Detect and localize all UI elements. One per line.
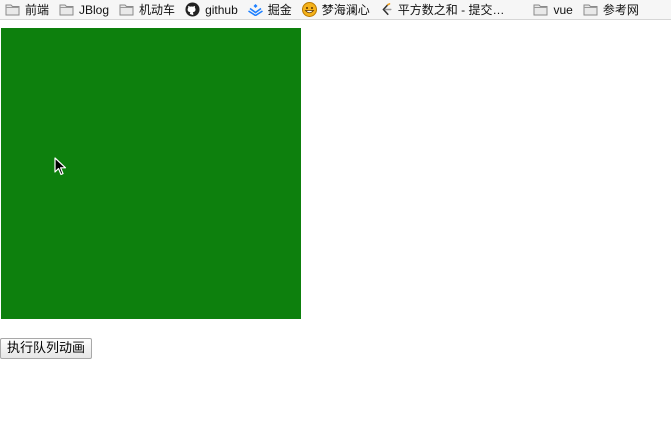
bookmark-github[interactable]: github xyxy=(185,1,238,19)
bookmarks-bar: 前端 JBlog 机动车 github 掘金 梦海澜心 平方数之和 - 提交… … xyxy=(0,0,671,20)
bookmark-qianduan[interactable]: 前端 xyxy=(5,1,49,19)
bookmark-label: 前端 xyxy=(25,3,50,17)
bookmark-label: 平方数之和 - 提交… xyxy=(397,3,505,17)
folder-icon xyxy=(59,4,74,16)
bookmark-label: 梦海澜心 xyxy=(321,3,370,17)
juejin-icon xyxy=(247,4,263,16)
bookmark-vue[interactable]: vue xyxy=(533,1,573,19)
bookmark-label: JBlog xyxy=(79,2,110,17)
bookmark-jblog[interactable]: JBlog xyxy=(59,1,109,19)
folder-icon xyxy=(119,4,134,16)
page-content: 执行队列动画 xyxy=(0,20,671,429)
bookmark-label: 掘金 xyxy=(267,3,292,17)
github-icon xyxy=(185,2,200,17)
mouse-pointer-icon xyxy=(54,157,67,176)
smiley-icon xyxy=(301,2,317,17)
animated-box xyxy=(1,28,301,319)
bookmark-menghailanxin[interactable]: 梦海澜心 xyxy=(301,1,370,19)
run-queue-animation-button[interactable]: 执行队列动画 xyxy=(0,338,93,359)
bookmark-juejin[interactable]: 掘金 xyxy=(247,1,292,19)
bookmark-label: 机动车 xyxy=(139,3,176,17)
bookmark-label: github xyxy=(205,2,238,17)
bookmark-leetcode[interactable]: 平方数之和 - 提交… xyxy=(380,1,505,19)
bookmark-jidongche[interactable]: 机动车 xyxy=(119,1,175,19)
folder-icon xyxy=(583,4,598,16)
leetcode-icon xyxy=(382,3,392,16)
bookmark-label: vue xyxy=(553,2,573,17)
bookmark-label: 参考网 xyxy=(602,3,639,17)
bookmark-cankaowang[interactable]: 参考网 xyxy=(583,1,639,19)
folder-icon xyxy=(5,4,20,16)
folder-icon xyxy=(533,4,548,16)
